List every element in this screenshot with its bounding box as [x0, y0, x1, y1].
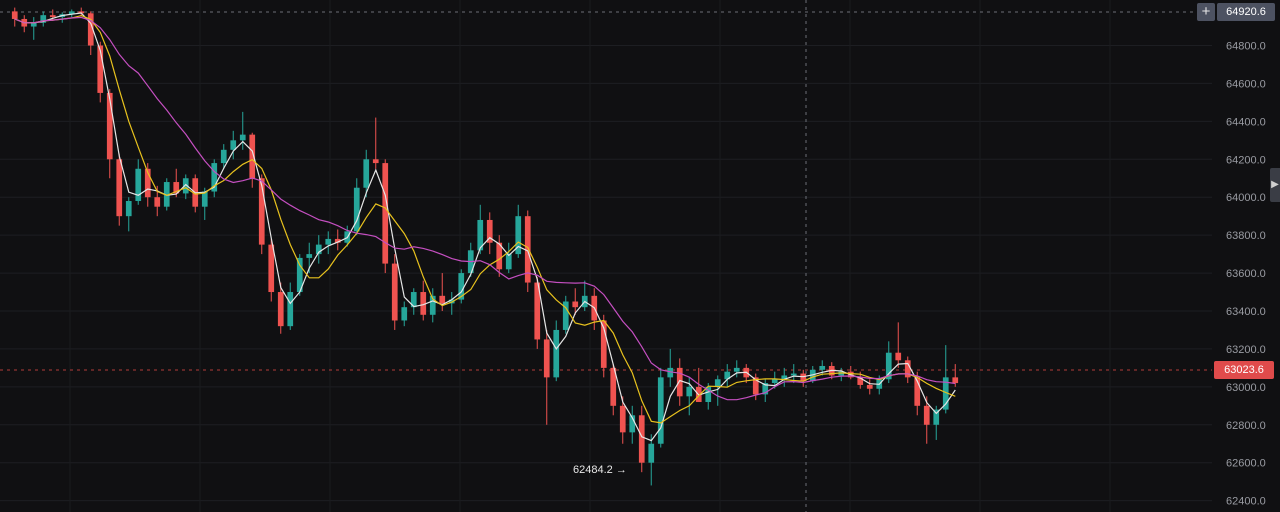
candle-body: [638, 415, 645, 463]
candle-body: [572, 301, 579, 308]
add-alert-icon[interactable]: +: [1197, 3, 1215, 21]
candle-body: [325, 238, 332, 245]
y-tick-label: 63000.0: [1226, 382, 1266, 394]
candle-body: [382, 163, 389, 264]
candle-body: [505, 254, 512, 270]
candle-body: [866, 384, 873, 389]
candle-body: [220, 149, 227, 164]
candle-body: [154, 197, 161, 207]
moving-average-line: [14, 14, 956, 424]
y-tick-label: 64600.0: [1226, 78, 1266, 90]
candle-body: [923, 405, 930, 425]
last-price-label: 63023.6: [1214, 361, 1274, 379]
candle-body: [657, 377, 664, 444]
candle-body: [391, 263, 398, 321]
candle-body: [277, 292, 284, 327]
y-tick-label: 62600.0: [1226, 458, 1266, 470]
grid-lines: [0, 0, 1212, 512]
candle-body: [135, 168, 142, 202]
candle-body: [648, 443, 655, 463]
candle-body: [287, 292, 294, 327]
candle-body: [733, 367, 740, 372]
moving-average-line: [14, 16, 956, 401]
candle-body: [106, 92, 113, 160]
candle-body: [771, 379, 778, 384]
candle-body: [401, 307, 408, 321]
y-tick-label: 64400.0: [1226, 116, 1266, 128]
candle-body: [11, 11, 18, 19]
candle-body: [116, 159, 123, 217]
candlestick-series: [11, 7, 959, 486]
candle-body: [306, 254, 313, 258]
y-tick-label: 63400.0: [1226, 306, 1266, 318]
candle-body: [895, 352, 902, 361]
y-tick-label: 63800.0: [1226, 230, 1266, 242]
y-tick-label: 63200.0: [1226, 344, 1266, 356]
crosshair-price-label: 64920.6: [1217, 3, 1275, 21]
y-tick-label: 62400.0: [1226, 496, 1266, 508]
y-axis: 64800.0 64600.0 64400.0 64200.0 64000.0 63800…: [1226, 41, 1266, 508]
y-tick-label: 64800.0: [1226, 41, 1266, 53]
candle-body: [676, 367, 683, 397]
expand-handle-icon[interactable]: ▶: [1270, 168, 1280, 202]
candle-body: [619, 405, 626, 433]
candle-body: [543, 339, 550, 378]
candle-body: [372, 159, 379, 164]
candle-body: [49, 15, 56, 18]
candle-body: [363, 159, 370, 188]
candle-body: [714, 379, 721, 387]
candle-body: [239, 134, 246, 141]
moving-average-lines: [14, 12, 956, 442]
price-chart[interactable]: 64800.0 64600.0 64400.0 64200.0 64000.0 63800…: [0, 0, 1280, 512]
candle-body: [790, 373, 797, 376]
low-price-marker: 62484.2 →: [573, 464, 627, 476]
y-tick-label: 64000.0: [1226, 192, 1266, 204]
candle-body: [952, 377, 959, 384]
candle-body: [439, 295, 446, 304]
candle-body: [268, 244, 275, 293]
y-tick-label: 62800.0: [1226, 420, 1266, 432]
y-tick-label: 63600.0: [1226, 268, 1266, 280]
y-tick-label: 64200.0: [1226, 154, 1266, 166]
candle-body: [125, 201, 132, 217]
candle-body: [553, 329, 560, 378]
candle-body: [686, 386, 693, 397]
candle-body: [819, 365, 826, 370]
